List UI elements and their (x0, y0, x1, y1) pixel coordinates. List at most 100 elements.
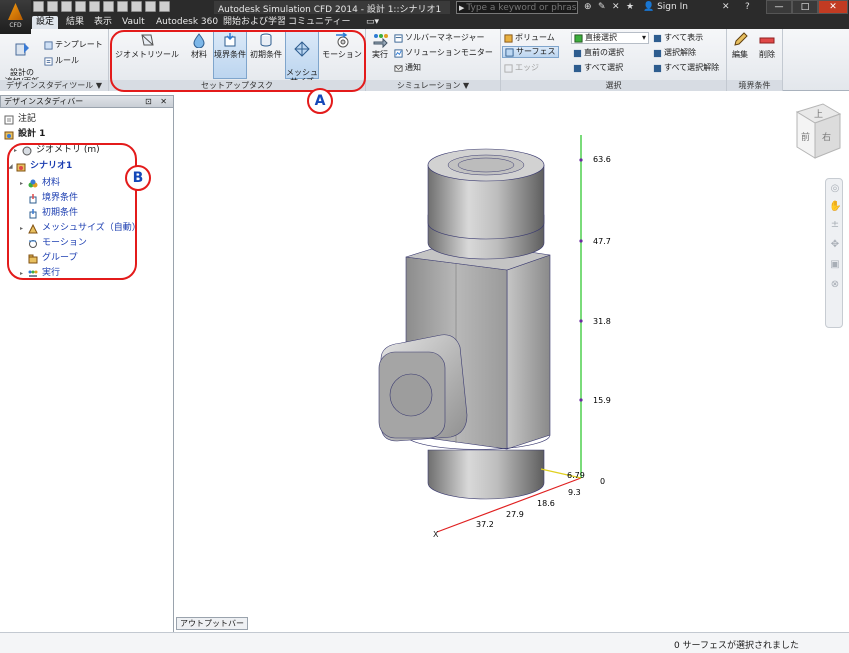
callout-a-marker: A (307, 88, 333, 114)
subscription-icon[interactable]: ✕ (612, 2, 620, 13)
notify-button[interactable]: 通知 (394, 62, 421, 74)
design-study-tools-footer[interactable]: デザインスタディツール ▼ (0, 80, 108, 91)
motion-button[interactable]: モーション (321, 32, 363, 59)
top-cylinder[interactable] (427, 148, 545, 260)
undo-icon[interactable] (89, 1, 100, 12)
add-update-design-button[interactable]: 設計の 追加/更新 (4, 32, 40, 86)
redo-icon[interactable] (103, 1, 114, 12)
surface-icon (505, 47, 514, 57)
search-input[interactable] (466, 2, 579, 13)
expand-icon[interactable]: ▸ (20, 222, 28, 235)
x-tick-label: 37.2 (476, 520, 494, 529)
sign-in-link[interactable]: 👤 Sign In (643, 1, 688, 14)
zoom-icon[interactable]: ± (829, 219, 841, 231)
delete-button[interactable]: 削除 (755, 32, 779, 59)
selection-mode-dropdown[interactable]: 直接選択 ▾ (571, 32, 649, 44)
material-button[interactable]: 材料 (187, 32, 211, 59)
search-box[interactable]: ▶ (456, 1, 579, 14)
cfd-logo-icon (8, 3, 23, 20)
view-cube-top: 上 (814, 109, 823, 120)
simulation-footer[interactable]: シミュレーション ▼ (366, 80, 500, 91)
settings-icon[interactable] (145, 1, 156, 12)
minimize-button[interactable]: — (766, 0, 792, 14)
orbit-icon[interactable]: ✥ (829, 239, 841, 251)
edit-button[interactable]: 編集 (729, 32, 751, 59)
expand-icon[interactable]: ▸ (20, 267, 28, 280)
ribbon-options-icon[interactable]: ▭▾ (362, 16, 383, 29)
walk-icon[interactable]: ⊗ (829, 279, 841, 291)
template-button[interactable]: テンプレート (44, 39, 103, 51)
ribbon-tab-bar: 設定 結果 表示 Vault Autodesk 360 開始および学習 コミュニ… (0, 15, 849, 29)
tab-setup[interactable]: 設定 (32, 16, 59, 29)
view-cube[interactable]: 上 前 右 (795, 103, 842, 159)
mesh-icon (28, 223, 38, 233)
edge-select-button[interactable]: エッジ (504, 62, 539, 74)
binoculars-icon[interactable]: ⊕ (584, 2, 592, 13)
pan-icon[interactable]: ✋ (829, 201, 841, 213)
bottom-cylinder[interactable] (427, 449, 545, 500)
panel-controls[interactable]: ⊡ ✕ (145, 96, 170, 107)
solver-manager-button[interactable]: ソルバーマネージャー (394, 32, 484, 44)
exchange-icon[interactable]: ✕ (722, 2, 730, 13)
delete-icon (759, 37, 775, 44)
tab-getting-started[interactable]: 開始および学習 (219, 16, 290, 29)
maximize-button[interactable]: □ (792, 0, 818, 14)
help-icon[interactable]: ? (745, 2, 750, 13)
expand-icon[interactable]: ▸ (14, 144, 22, 157)
design-study-tree: 注記 設計 1 ▸ ジオメトリ (m) ◢ シナリオ1 ▸ 材料 境界条件 初期… (0, 108, 174, 632)
close-button[interactable]: ✕ (818, 0, 848, 14)
save-icon[interactable] (61, 1, 72, 12)
tab-autodesk-360[interactable]: Autodesk 360 (152, 16, 222, 29)
show-all-button[interactable]: すべて表示 (653, 32, 703, 44)
design-study-bar-header: デザインスタディバー ⊡ ✕ (0, 95, 174, 108)
tree-item-geometry[interactable]: ▸ ジオメトリ (m) (14, 144, 100, 157)
view-icon[interactable] (131, 1, 142, 12)
rule-button[interactable]: ルール (44, 55, 79, 67)
dropdown-icon[interactable] (117, 1, 128, 12)
tree-item-design[interactable]: 設計 1 (4, 128, 45, 141)
side-boss[interactable] (378, 334, 468, 442)
initial-conditions-button[interactable]: 初期条件 (249, 32, 283, 59)
selection-status: 0 サーフェスが選択されました (673, 641, 799, 651)
tree-item-scenario[interactable]: ◢ シナリオ1 (8, 160, 72, 173)
look-at-icon[interactable]: ▣ (829, 259, 841, 271)
run-simulation-button[interactable]: 実行 (368, 32, 392, 59)
customize-icon[interactable] (159, 1, 170, 12)
scenario-icon (16, 163, 26, 171)
steering-wheel-icon[interactable]: ◎ (829, 183, 841, 195)
tree-item-groups[interactable]: グループ (28, 252, 77, 265)
graphics-viewport[interactable]: 63.6 47.7 31.8 15.9 0 6.79 9.3 18.6 27.9… (175, 95, 849, 615)
tab-community[interactable]: コミュニティー (284, 16, 354, 29)
tree-item-notes[interactable]: 注記 (4, 113, 36, 126)
expand-icon[interactable]: ▸ (20, 177, 28, 190)
deselect-button[interactable]: 選択解除 (653, 47, 696, 59)
tree-item-boundary-conditions[interactable]: 境界条件 (28, 192, 78, 205)
tree-item-mesh-size[interactable]: ▸ メッシュサイズ（自動） (20, 222, 141, 235)
tree-item-motion[interactable]: モーション (28, 237, 87, 250)
tab-view[interactable]: 表示 (90, 16, 116, 29)
previous-selection-button[interactable]: 直前の選択 (573, 47, 624, 59)
tools-icon[interactable]: ✎ (598, 2, 606, 13)
deselect-all-button[interactable]: すべて選択解除 (653, 62, 719, 74)
tree-item-initial-conditions[interactable]: 初期条件 (28, 207, 78, 220)
application-menu-button[interactable]: CFD (0, 0, 31, 34)
solution-monitor-button[interactable]: ソリューションモニター (394, 47, 493, 59)
open-file-icon[interactable] (47, 1, 58, 12)
z-tick-label: 6.79 (567, 471, 585, 480)
tree-item-run[interactable]: ▸ 実行 (20, 267, 60, 280)
collapse-icon[interactable]: ◢ (8, 160, 16, 173)
output-bar-tab[interactable]: アウトプットバー (176, 617, 248, 630)
add-design-icon (15, 43, 29, 56)
new-file-icon[interactable] (33, 1, 44, 12)
surface-select-button[interactable]: サーフェス (502, 46, 559, 58)
tab-results[interactable]: 結果 (62, 16, 88, 29)
mesh-size-button[interactable]: メッシュ サイズ (285, 31, 319, 86)
favorites-icon[interactable]: ★ (626, 2, 634, 13)
tree-item-material[interactable]: ▸ 材料 (20, 177, 60, 190)
tab-vault[interactable]: Vault (118, 16, 149, 29)
select-all-button[interactable]: すべて選択 (573, 62, 623, 74)
print-icon[interactable] (75, 1, 86, 12)
volume-select-button[interactable]: ボリューム (504, 32, 555, 44)
geometry-tools-button[interactable]: ジオメトリツール (113, 32, 181, 59)
boundary-conditions-button[interactable]: 境界条件 (213, 31, 247, 79)
